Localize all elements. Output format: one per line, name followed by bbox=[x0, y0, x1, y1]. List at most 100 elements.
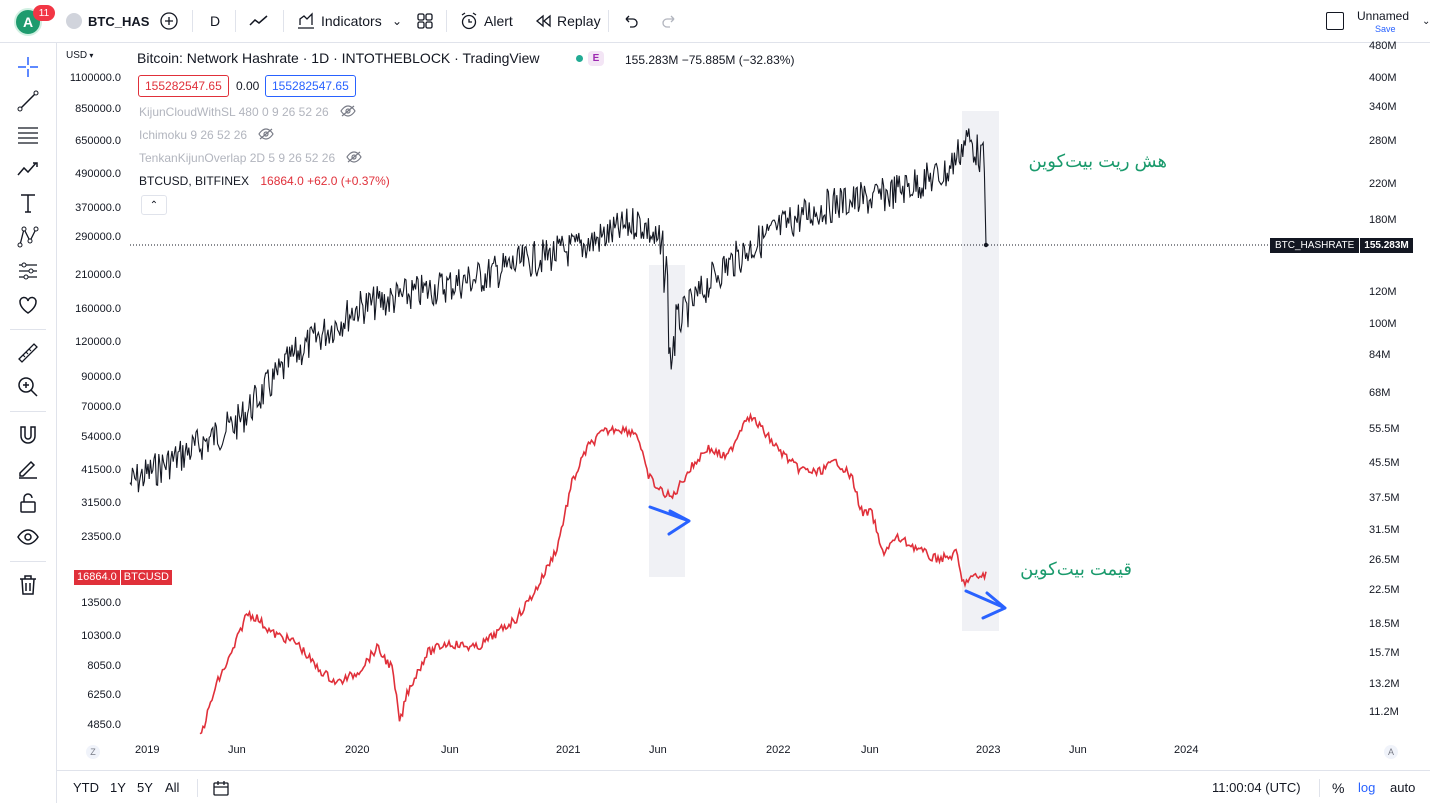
forecast-tool[interactable] bbox=[14, 257, 42, 285]
layout-dropdown-button[interactable]: ⌄ bbox=[1422, 0, 1430, 42]
currency-selector[interactable]: USD ▾ bbox=[66, 50, 93, 61]
indicator-kijuncloud[interactable]: KijunCloudWithSL 480 0 9 26 52 26 bbox=[139, 105, 356, 120]
left-axis-tick-label: 120000.0 bbox=[75, 336, 121, 348]
chart-type-button[interactable] bbox=[248, 0, 270, 42]
left-axis-tick-label: 10300.0 bbox=[81, 630, 121, 642]
time-axis-tick-label: 2020 bbox=[345, 744, 370, 756]
undo-button[interactable] bbox=[622, 0, 640, 42]
layout-name: Unnamed bbox=[1357, 9, 1410, 23]
sliders-icon bbox=[19, 262, 37, 280]
drawing-toolbar bbox=[0, 43, 57, 803]
redo-button[interactable] bbox=[660, 0, 678, 42]
xabcd-tool[interactable] bbox=[14, 223, 42, 251]
btcusd-series-line bbox=[199, 411, 987, 735]
range-all[interactable]: All bbox=[165, 771, 179, 804]
indicators-dropdown-button[interactable]: ⌄ bbox=[392, 0, 402, 42]
range-5y[interactable]: 5Y bbox=[137, 771, 153, 804]
favorites-tool[interactable] bbox=[14, 291, 42, 319]
measure-tool[interactable] bbox=[14, 339, 42, 367]
time-axis-tick-label: 2021 bbox=[556, 744, 581, 756]
line-chart-icon bbox=[249, 15, 268, 26]
text-tool[interactable] bbox=[14, 189, 42, 217]
pattern-tool[interactable] bbox=[14, 155, 42, 183]
time-axis-tick-label: 2019 bbox=[135, 744, 160, 756]
stay-in-drawing-tool[interactable] bbox=[14, 455, 42, 483]
alarm-clock-icon bbox=[461, 12, 477, 30]
save-link[interactable]: Save bbox=[1375, 24, 1417, 34]
remove-drawings-tool[interactable] bbox=[14, 571, 42, 599]
collapse-legend-button[interactable]: ⌃ bbox=[141, 195, 167, 215]
time-axis[interactable]: 2019 Jun 2020 Jun 2021 Jun 2022 Jun 2023 Jun 2024 bbox=[57, 741, 1430, 761]
time-axis-tick-label: 2023 bbox=[976, 744, 1001, 756]
indicators-button[interactable]: Indicators bbox=[296, 0, 382, 42]
indicators-icon bbox=[298, 12, 314, 29]
right-axis-tick-label: 55.5M bbox=[1369, 423, 1400, 435]
right-axis-tick-label: 180M bbox=[1369, 214, 1397, 226]
magnet-tool[interactable] bbox=[14, 421, 42, 449]
auto-scale-button[interactable]: auto bbox=[1390, 771, 1415, 804]
percent-scale-toggle[interactable]: % bbox=[1332, 771, 1344, 804]
left-price-axis[interactable]: USD ▾ 1100000.0 850000.0 650000.0 490000.0 3… bbox=[57, 43, 172, 759]
legend-value-box-2: 155282547.65 bbox=[265, 75, 356, 97]
eye-hidden-icon[interactable] bbox=[340, 105, 356, 120]
left-axis-tick-label: 54000.0 bbox=[81, 431, 121, 443]
hashrate-annotation[interactable]: هش ریت بیت‌کوین bbox=[1022, 151, 1167, 172]
log-scale-button[interactable]: log bbox=[1358, 771, 1375, 804]
top-toolbar: A 11 BTC_HAS D Indicators ⌄ Alert Replay bbox=[0, 0, 1430, 43]
highlight-zone-2022 bbox=[962, 111, 999, 631]
alert-button[interactable]: Alert bbox=[459, 0, 513, 42]
zoom-tool[interactable] bbox=[14, 373, 42, 401]
highlight-zone-2021 bbox=[649, 265, 685, 577]
trend-line-icon bbox=[17, 90, 39, 112]
left-axis-tick-label: 290000.0 bbox=[75, 231, 121, 243]
chart-pane[interactable]: USD ▾ 1100000.0 850000.0 650000.0 490000.0 3… bbox=[57, 40, 1430, 770]
interval-button[interactable]: D bbox=[210, 0, 220, 42]
chevron-up-icon: ⌃ bbox=[149, 199, 159, 211]
right-axis-tick-label: 11.2M bbox=[1369, 706, 1399, 718]
timezone-clock[interactable]: 11:00:04 (UTC) bbox=[1212, 771, 1301, 804]
series-title[interactable]: Bitcoin: Network Hashrate · 1D · INTOTHE… bbox=[137, 50, 540, 66]
ruler-icon bbox=[18, 343, 38, 363]
symbol-search-button[interactable]: BTC_HAS bbox=[66, 0, 149, 42]
eye-hidden-icon[interactable] bbox=[346, 151, 363, 166]
right-axis-tick-label: 18.5M bbox=[1369, 618, 1400, 630]
right-axis-tick-label: 480M bbox=[1369, 40, 1397, 52]
indicator-ichimoku[interactable]: Ichimoku 9 26 52 26 bbox=[139, 128, 275, 143]
left-axis-tick-label: 31500.0 bbox=[81, 497, 121, 509]
trend-line-tool[interactable] bbox=[14, 87, 42, 115]
chevron-down-icon: ⌄ bbox=[392, 14, 403, 28]
trash-icon bbox=[20, 575, 36, 595]
legend-value-box-1: 155282547.65 bbox=[138, 75, 229, 97]
symbol-logo-icon bbox=[66, 13, 82, 29]
square-icon bbox=[1326, 12, 1344, 30]
right-axis-tick-label: 37.5M bbox=[1369, 492, 1400, 504]
layout-menu-button[interactable] bbox=[1326, 0, 1344, 42]
right-axis-tick-label: 45.5M bbox=[1369, 457, 1400, 469]
range-1y[interactable]: 1Y bbox=[110, 771, 126, 804]
layout-name-block[interactable]: Unnamed Save bbox=[1357, 9, 1417, 34]
date-range-button[interactable] bbox=[212, 771, 230, 804]
layout-button[interactable] bbox=[415, 0, 435, 42]
time-axis-tick-label: Jun bbox=[228, 744, 246, 756]
compare-button[interactable] bbox=[158, 0, 180, 42]
btcusd-legend[interactable]: BTCUSD, BITFINEX 16864.0 +62.0 (+0.37%) bbox=[139, 174, 390, 188]
right-price-tag: BTC_HASHRATE 155.283M bbox=[1270, 238, 1413, 253]
hide-drawings-tool[interactable] bbox=[14, 523, 42, 551]
right-axis-tick-label: 68M bbox=[1369, 387, 1391, 399]
crosshair-tool[interactable] bbox=[14, 53, 42, 81]
left-axis-tick-label: 8050.0 bbox=[87, 660, 121, 672]
eye-hidden-icon[interactable] bbox=[258, 128, 275, 143]
lock-drawings-tool[interactable] bbox=[14, 489, 42, 517]
crosshair-icon bbox=[18, 57, 38, 77]
range-ytd[interactable]: YTD bbox=[73, 771, 99, 804]
price-annotation[interactable]: قیمت بیت‌کوین bbox=[1017, 559, 1132, 580]
zoom-in-icon bbox=[18, 377, 38, 397]
avatar-letter: A bbox=[22, 14, 34, 30]
legend-mid-value: 0.00 bbox=[236, 79, 260, 93]
indicator-tenkankijun[interactable]: TenkanKijunOverlap 2D 5 9 26 52 26 bbox=[139, 151, 363, 166]
live-status-icon bbox=[576, 55, 583, 62]
left-axis-tick-label: 160000.0 bbox=[75, 303, 121, 315]
replay-button[interactable]: Replay bbox=[534, 0, 601, 42]
horizontal-lines-tool[interactable] bbox=[14, 121, 42, 149]
right-price-axis[interactable]: 480M 400M 340M 280M 220M 180M 120M 100M 84M 68M 55… bbox=[1357, 40, 1430, 759]
